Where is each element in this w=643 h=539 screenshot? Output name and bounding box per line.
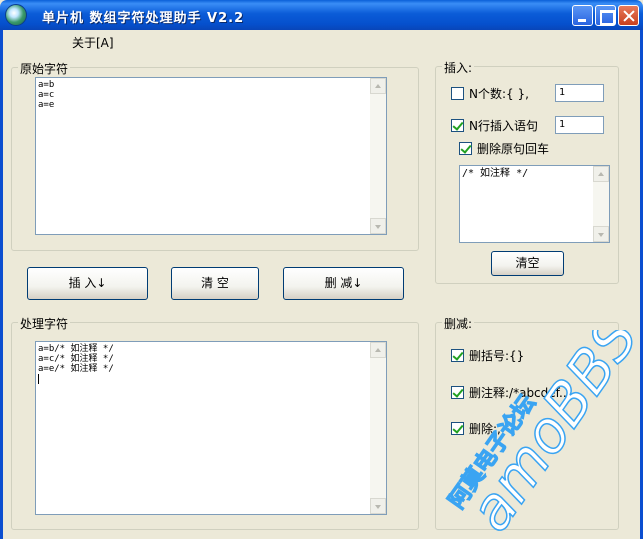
scroll-up-icon[interactable] [593, 166, 609, 182]
menu-about[interactable]: 关于[A] [72, 34, 114, 51]
original-group-label: 原始字符 [18, 60, 71, 77]
n-row-checkbox-row[interactable]: N行插入语句 [451, 117, 538, 133]
clear-button[interactable]: 清 空 [171, 267, 259, 300]
delete-group-label: 删减: [442, 315, 475, 332]
snippet-scrollbar[interactable] [593, 166, 609, 242]
n-row-checkbox[interactable] [451, 118, 464, 132]
processed-group-label: 处理字符 [18, 315, 71, 332]
window-title: 单片机 数组字符处理助手 V2.2 [42, 11, 245, 26]
maximize-button[interactable] [595, 5, 616, 26]
scroll-up-icon[interactable] [370, 78, 386, 94]
delete-cr-checkbox-row[interactable]: 删除原句回车 [459, 140, 549, 156]
delete-cr-label: 删除原句回车 [477, 141, 550, 156]
text-cursor [38, 374, 39, 384]
original-textarea[interactable]: a=b a=c a=e [35, 77, 387, 235]
n-count-checkbox[interactable] [451, 86, 464, 100]
delete-comma-checkbox[interactable] [451, 421, 464, 435]
scroll-up-icon[interactable] [370, 342, 386, 358]
processed-line: a=c/* 如注释 */ [38, 354, 114, 364]
insert-group-label: 插入: [442, 59, 475, 76]
minimize-button[interactable] [572, 5, 593, 26]
delete-brackets-label: 删括号:{} [469, 348, 525, 363]
delete-brackets-row[interactable]: 删括号:{} [451, 347, 524, 363]
scroll-down-icon[interactable] [370, 218, 386, 234]
n-row-label: N行插入语句 [469, 118, 538, 133]
delete-comments-row[interactable]: 删注释:/*abcdef... [451, 384, 570, 400]
delete-comments-checkbox[interactable] [451, 385, 464, 399]
delete-cr-checkbox[interactable] [459, 141, 472, 155]
app-icon[interactable] [5, 4, 27, 26]
snippet-line: /* 如注释 */ [462, 168, 529, 179]
scroll-down-icon[interactable] [370, 498, 386, 514]
original-scrollbar[interactable] [370, 78, 386, 234]
snippet-textarea[interactable]: /* 如注释 */ [459, 165, 610, 243]
original-line: a=b [38, 80, 55, 90]
delete-button[interactable]: 删 减↓ [283, 267, 404, 300]
processed-textarea[interactable]: a=b/* 如注释 */ a=c/* 如注释 */ a=e/* 如注释 */ [35, 341, 387, 515]
scroll-down-icon[interactable] [593, 226, 609, 242]
processed-scrollbar[interactable] [370, 342, 386, 514]
n-row-input[interactable]: 1 [555, 116, 604, 134]
delete-comma-label: 删除:, [469, 421, 501, 436]
window-border-left [0, 30, 3, 539]
delete-comments-label: 删注释:/*abcdef... [469, 385, 571, 400]
processed-line: a=b/* 如注释 */ [38, 344, 114, 354]
n-count-checkbox-row[interactable]: N个数:{ }, [451, 85, 529, 101]
n-count-input[interactable]: 1 [555, 84, 604, 102]
title-bar[interactable]: 单片机 数组字符处理助手 V2.2 [0, 0, 643, 30]
processed-line: a=e/* 如注释 */ [38, 364, 114, 374]
original-line: a=c [38, 90, 55, 100]
close-button[interactable] [618, 5, 639, 26]
delete-brackets-checkbox[interactable] [451, 348, 464, 362]
n-count-label: N个数:{ }, [469, 86, 529, 101]
original-line: a=e [38, 100, 55, 110]
delete-comma-row[interactable]: 删除:, [451, 420, 501, 436]
insert-button[interactable]: 插 入↓ [27, 267, 148, 300]
snippet-clear-button[interactable]: 清空 [491, 251, 564, 276]
